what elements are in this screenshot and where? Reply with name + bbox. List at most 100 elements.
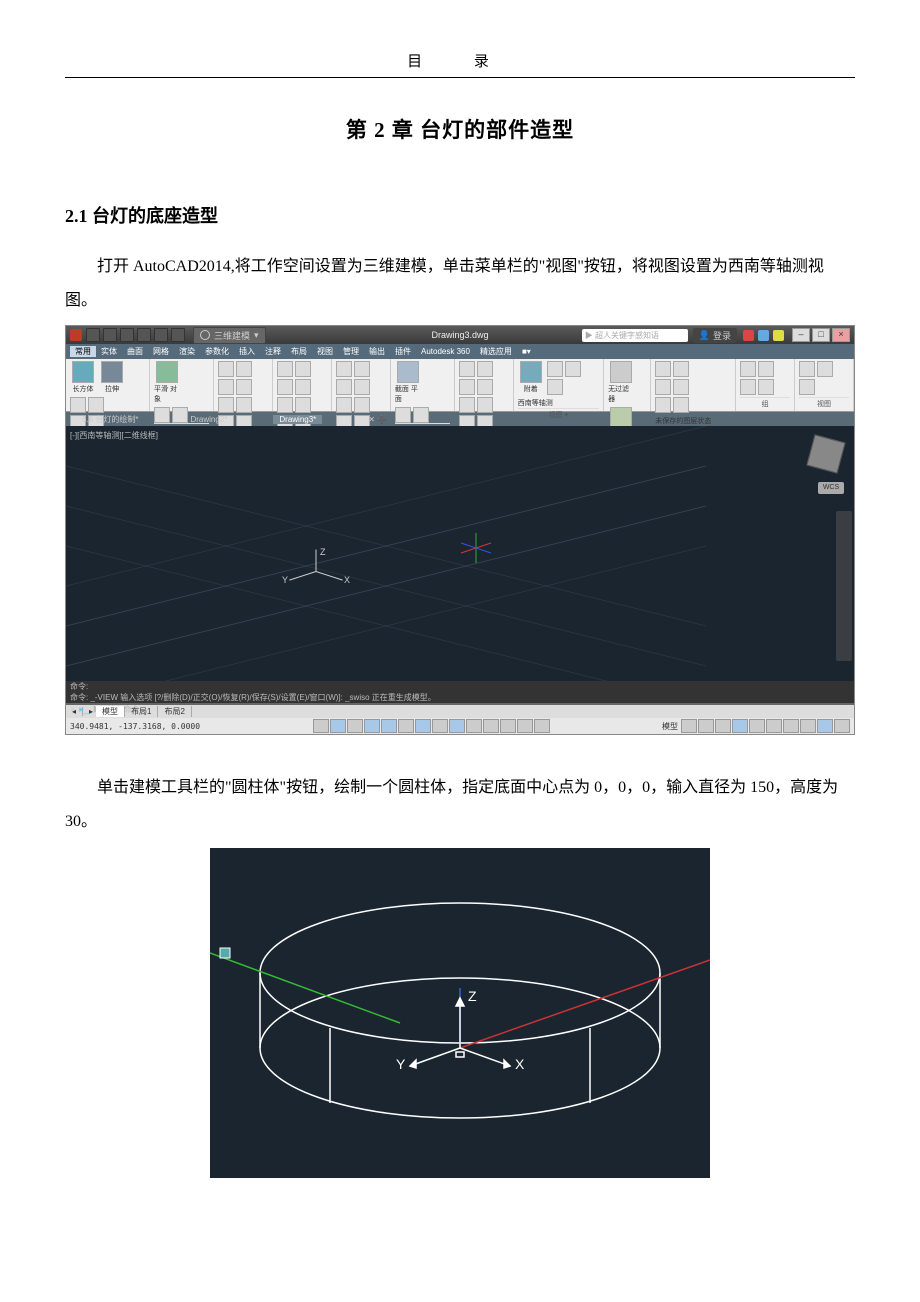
login-button[interactable]: 👤 登录	[693, 328, 737, 343]
toggle-ortho[interactable]	[347, 719, 363, 733]
ribbon-tab-网格[interactable]: 网格	[148, 346, 174, 357]
toggle-ducs[interactable]	[432, 719, 448, 733]
tool-icon[interactable]	[673, 379, 689, 395]
ribbon-tab-插入[interactable]: 插入	[234, 346, 260, 357]
help-icon[interactable]	[773, 330, 784, 341]
tool-icon[interactable]	[70, 397, 86, 413]
qat-print-icon[interactable]	[137, 328, 151, 342]
qat-redo-icon[interactable]	[171, 328, 185, 342]
ribbon-tab-精选应用[interactable]: 精选应用	[475, 346, 517, 357]
tool-icon[interactable]	[673, 361, 689, 377]
tool-icon[interactable]	[565, 361, 581, 377]
toggle-qp[interactable]	[500, 719, 516, 733]
tool-icon[interactable]	[740, 361, 756, 377]
ribbon-tab-常用[interactable]: 常用	[70, 346, 96, 357]
tool-icon[interactable]	[354, 379, 370, 395]
toggle-lwt[interactable]	[466, 719, 482, 733]
qat-new-icon[interactable]	[86, 328, 100, 342]
close-button[interactable]: ×	[832, 328, 850, 342]
toggle-osnap[interactable]	[381, 719, 397, 733]
ribbon-tab-管理[interactable]: 管理	[338, 346, 364, 357]
file-tab[interactable]: Drawing3*	[273, 415, 322, 424]
toggle-r6[interactable]	[766, 719, 782, 733]
panel-text[interactable]: 西南等轴测	[518, 398, 553, 408]
ribbon-tab-Autodesk 360[interactable]: Autodesk 360	[416, 347, 475, 356]
search-input[interactable]: ▶ 超人关键字感知语	[582, 329, 688, 342]
toggle-r5[interactable]	[749, 719, 765, 733]
tool-icon[interactable]	[218, 379, 234, 395]
tool-icon[interactable]	[740, 379, 756, 395]
tool-icon[interactable]	[336, 361, 352, 377]
tool-icon[interactable]	[154, 407, 170, 423]
tool-icon[interactable]	[236, 397, 252, 413]
tool-icon[interactable]	[799, 361, 815, 377]
tool-icon[interactable]	[354, 361, 370, 377]
tool-icon[interactable]	[547, 379, 563, 395]
tool-icon[interactable]	[459, 361, 475, 377]
tool-icon[interactable]	[799, 379, 815, 395]
toggle-snap[interactable]	[313, 719, 329, 733]
toggle-am[interactable]	[534, 719, 550, 733]
file-tab[interactable]: Drawing2*	[184, 415, 233, 424]
panel-title[interactable]: 视图	[799, 397, 849, 409]
tool-icon[interactable]	[413, 407, 429, 423]
tool-icon[interactable]	[655, 361, 671, 377]
tool-icon[interactable]	[218, 361, 234, 377]
tool-icon[interactable]	[295, 397, 311, 413]
toggle-r8[interactable]	[800, 719, 816, 733]
tool-icon[interactable]	[336, 397, 352, 413]
tool-icon[interactable]	[236, 361, 252, 377]
toggle-r9[interactable]	[817, 719, 833, 733]
ribbon-tab-布局[interactable]: 布局	[286, 346, 312, 357]
tool-icon[interactable]	[88, 397, 104, 413]
toggle-3dosnap[interactable]	[398, 719, 414, 733]
layout-prev-icon[interactable]: ◂	[66, 707, 83, 716]
tool-icon[interactable]	[655, 379, 671, 395]
viewport[interactable]: [-][西南等轴测][二维线框]	[66, 426, 854, 681]
toggle-dyn[interactable]	[449, 719, 465, 733]
cloud-icon[interactable]	[758, 330, 769, 341]
toggle-r10[interactable]	[834, 719, 850, 733]
qat-save-icon[interactable]	[120, 328, 134, 342]
tool-icon[interactable]	[218, 397, 234, 413]
ribbon-expand-icon[interactable]: ■▾	[517, 347, 536, 356]
tool-icon[interactable]	[277, 379, 293, 395]
tool-icon[interactable]	[459, 397, 475, 413]
new-tab-icon[interactable]: ✕ ➕	[362, 415, 393, 424]
qat-undo-icon[interactable]	[154, 328, 168, 342]
model-space-label[interactable]: 模型	[662, 721, 678, 732]
ribbon-button[interactable]: 附着	[518, 361, 544, 394]
ribbon-button[interactable]: 长方体	[70, 361, 96, 394]
tool-icon[interactable]	[459, 379, 475, 395]
toggle-r1[interactable]	[681, 719, 697, 733]
panel-text[interactable]: 未保存的图层状态	[655, 416, 711, 426]
toggle-r2[interactable]	[698, 719, 714, 733]
tool-icon[interactable]	[295, 361, 311, 377]
qat-open-icon[interactable]	[103, 328, 117, 342]
ribbon-button[interactable]: 平滑 对象	[154, 361, 180, 404]
panel-title[interactable]: 视图 ▾	[518, 408, 599, 420]
ribbon-tab-插件[interactable]: 插件	[390, 346, 416, 357]
tool-icon[interactable]	[817, 361, 833, 377]
toggle-r3[interactable]	[715, 719, 731, 733]
toggle-tpy[interactable]	[483, 719, 499, 733]
ribbon-tab-实体[interactable]: 实体	[96, 346, 122, 357]
tool-icon[interactable]	[277, 397, 293, 413]
ribbon-tab-曲面[interactable]: 曲面	[122, 346, 148, 357]
tool-icon[interactable]	[673, 397, 689, 413]
workspace-selector[interactable]: 三维建模 ▾	[193, 327, 266, 344]
tool-icon[interactable]	[336, 379, 352, 395]
wcs-badge[interactable]: WCS	[818, 482, 844, 494]
tool-icon[interactable]	[236, 379, 252, 395]
toggle-r7[interactable]	[783, 719, 799, 733]
ribbon-button[interactable]: 无过滤器	[608, 361, 634, 404]
toggle-sc[interactable]	[517, 719, 533, 733]
toggle-polar[interactable]	[364, 719, 380, 733]
file-tab[interactable]: 6.6 台灯的绘制*	[76, 414, 144, 425]
ribbon-button[interactable]: 截面 平面	[395, 361, 421, 404]
ribbon-tab-视图[interactable]: 视图	[312, 346, 338, 357]
tool-icon[interactable]	[354, 397, 370, 413]
panel-title[interactable]: 组	[740, 397, 790, 409]
tool-icon[interactable]	[758, 379, 774, 395]
ribbon-button[interactable]: 拉伸	[99, 361, 125, 394]
